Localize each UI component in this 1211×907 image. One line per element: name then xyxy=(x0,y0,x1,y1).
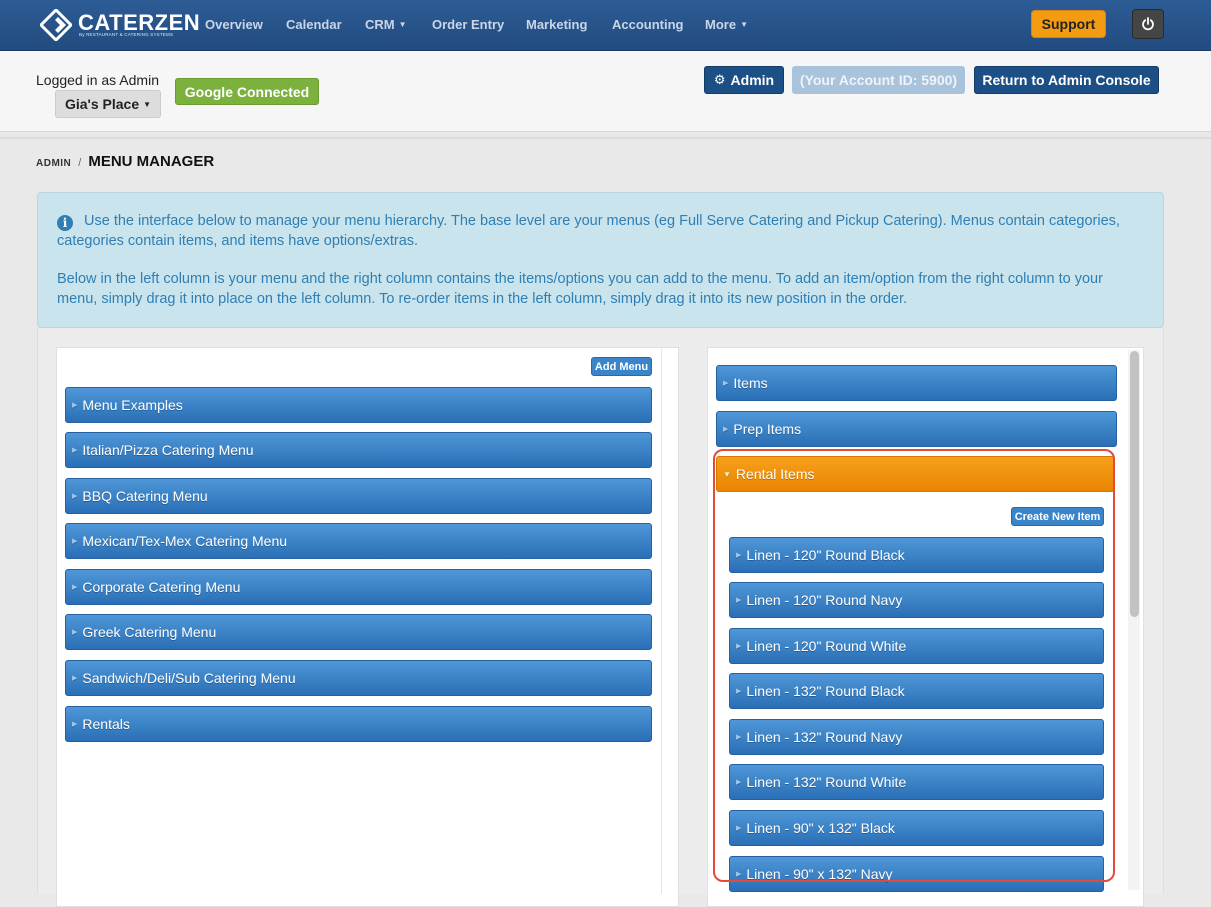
rental-item[interactable]: ▶ Linen - 132" Round Black xyxy=(729,673,1104,709)
group-rental-items[interactable]: ▼ Rental Items xyxy=(716,456,1115,492)
return-to-admin-console-button[interactable]: Return to Admin Console xyxy=(974,66,1159,94)
nav-crm[interactable]: CRM ▼ xyxy=(365,17,407,32)
caret-right-icon: ▶ xyxy=(736,688,742,695)
rental-item-label: Linen - 120" Round Black xyxy=(746,547,905,563)
group-prep-items[interactable]: ▶ Prep Items xyxy=(716,411,1117,447)
rental-item-label: Linen - 120" Round Navy xyxy=(746,592,903,608)
breadcrumb-admin[interactable]: ADMIN xyxy=(36,158,71,169)
group-label: Prep Items xyxy=(733,421,802,437)
place-dropdown[interactable]: Gia's Place ▼ xyxy=(55,90,161,118)
rental-item[interactable]: ▶ Linen - 120" Round Black xyxy=(729,537,1104,573)
breadcrumb-separator: / xyxy=(78,157,82,169)
chevron-down-icon: ▼ xyxy=(740,20,748,29)
add-menu-button[interactable]: Add Menu xyxy=(591,357,652,376)
info-paragraph-2: Below in the left column is your menu an… xyxy=(57,271,1103,307)
menu-item[interactable]: ▶ Greek Catering Menu xyxy=(65,614,652,650)
chevron-down-icon: ▼ xyxy=(143,99,152,109)
rental-item[interactable]: ▶ Linen - 132" Round White xyxy=(729,764,1104,800)
menu-item-label: Corporate Catering Menu xyxy=(82,579,241,595)
divider xyxy=(0,137,1211,139)
rental-item-label: Linen - 132" Round Black xyxy=(746,683,905,699)
caret-right-icon: ▶ xyxy=(723,426,729,433)
chevron-down-icon: ▼ xyxy=(398,20,407,29)
divider xyxy=(661,347,662,894)
menu-item[interactable]: ▶ Italian/Pizza Catering Menu xyxy=(65,432,652,468)
caret-right-icon: ▶ xyxy=(736,597,742,604)
caterzen-logo-icon xyxy=(40,9,72,41)
gear-icon: ⚙ xyxy=(713,72,726,87)
menu-item[interactable]: ▶ Corporate Catering Menu xyxy=(65,569,652,605)
group-label: Rental Items xyxy=(735,466,815,482)
group-label: Items xyxy=(733,375,768,391)
google-connected-button[interactable]: Google Connected xyxy=(175,78,319,105)
info-paragraph-1: Use the interface below to manage your m… xyxy=(57,213,1120,249)
nav-crm-label: CRM xyxy=(365,17,395,32)
create-new-item-button[interactable]: Create New Item xyxy=(1011,507,1104,526)
menu-item-label: Italian/Pizza Catering Menu xyxy=(82,442,254,458)
menu-item[interactable]: ▶ Sandwich/Deli/Sub Catering Menu xyxy=(65,660,652,696)
group-items[interactable]: ▶ Items xyxy=(716,365,1117,401)
place-dropdown-label: Gia's Place xyxy=(64,96,140,112)
caret-right-icon: ▶ xyxy=(72,629,78,636)
rental-item-label: Linen - 90" x 132" Navy xyxy=(746,866,893,882)
admin-button[interactable]: ⚙ Admin xyxy=(704,66,784,94)
caret-right-icon: ▶ xyxy=(736,552,742,559)
rental-item[interactable]: ▶ Linen - 90" x 132" Black xyxy=(729,810,1104,846)
nav-more[interactable]: More ▼ xyxy=(705,17,748,32)
top-navbar: CATERZEN By RESTAURANT & CATERING SYSTEM… xyxy=(0,0,1211,51)
caret-right-icon: ▶ xyxy=(72,675,78,682)
rental-item-label: Linen - 132" Round Navy xyxy=(746,729,903,745)
caret-right-icon: ▶ xyxy=(72,447,78,454)
menu-item-label: Mexican/Tex-Mex Catering Menu xyxy=(82,533,288,549)
menu-item-label: Sandwich/Deli/Sub Catering Menu xyxy=(82,670,296,686)
caret-right-icon: ▶ xyxy=(72,493,78,500)
rental-item[interactable]: ▶ Linen - 90" x 132" Navy xyxy=(729,856,1104,892)
nav-accounting[interactable]: Accounting xyxy=(612,17,684,32)
menu-item[interactable]: ▶ Rentals xyxy=(65,706,652,742)
caret-right-icon: ▶ xyxy=(736,871,742,878)
caret-right-icon: ▶ xyxy=(72,721,78,728)
rental-item-label: Linen - 90" x 132" Black xyxy=(746,820,895,836)
account-id-badge: (Your Account ID: 5900) xyxy=(792,66,965,94)
admin-button-label: Admin xyxy=(730,72,775,88)
caret-down-icon: ▼ xyxy=(723,469,731,479)
nav-order-entry[interactable]: Order Entry xyxy=(432,17,504,32)
logo-subtitle: By RESTAURANT & CATERING SYSTEMS xyxy=(79,32,174,37)
caret-right-icon: ▶ xyxy=(72,402,78,409)
menu-item-label: BBQ Catering Menu xyxy=(82,488,208,504)
rental-item[interactable]: ▶ Linen - 120" Round White xyxy=(729,628,1104,664)
scrollbar-thumb[interactable] xyxy=(1130,351,1139,617)
caret-right-icon: ▶ xyxy=(736,825,742,832)
support-button[interactable]: Support xyxy=(1031,10,1106,38)
menu-item-label: Greek Catering Menu xyxy=(82,624,217,640)
rental-item[interactable]: ▶ Linen - 132" Round Navy xyxy=(729,719,1104,755)
caret-right-icon: ▶ xyxy=(723,380,729,387)
admin-bar: Logged in as Admin Gia's Place ▼ Google … xyxy=(0,51,1211,132)
menu-item[interactable]: ▶ Mexican/Tex-Mex Catering Menu xyxy=(65,523,652,559)
menu-item[interactable]: ▶ BBQ Catering Menu xyxy=(65,478,652,514)
logout-button[interactable] xyxy=(1132,9,1164,39)
logged-in-text: Logged in as Admin xyxy=(36,72,159,88)
nav-calendar[interactable]: Calendar xyxy=(286,17,342,32)
page-title: MENU MANAGER xyxy=(88,153,215,170)
info-icon: i xyxy=(57,215,73,231)
menu-item-label: Menu Examples xyxy=(82,397,183,413)
rental-item-label: Linen - 132" Round White xyxy=(746,774,907,790)
caret-right-icon: ▶ xyxy=(72,538,78,545)
caret-right-icon: ▶ xyxy=(736,734,742,741)
menu-item-label: Rentals xyxy=(82,716,130,732)
nav-more-label: More xyxy=(705,17,737,32)
caret-right-icon: ▶ xyxy=(736,779,742,786)
menu-item[interactable]: ▶ Menu Examples xyxy=(65,387,652,423)
rental-item-label: Linen - 120" Round White xyxy=(746,638,907,654)
breadcrumb: ADMIN / MENU MANAGER xyxy=(36,153,214,171)
info-alert: i Use the interface below to manage your … xyxy=(37,192,1164,328)
caret-right-icon: ▶ xyxy=(736,643,742,650)
caret-right-icon: ▶ xyxy=(72,584,78,591)
nav-marketing[interactable]: Marketing xyxy=(526,17,587,32)
rental-item[interactable]: ▶ Linen - 120" Round Navy xyxy=(729,582,1104,618)
nav-overview[interactable]: Overview xyxy=(205,17,263,32)
power-icon xyxy=(1142,17,1154,31)
